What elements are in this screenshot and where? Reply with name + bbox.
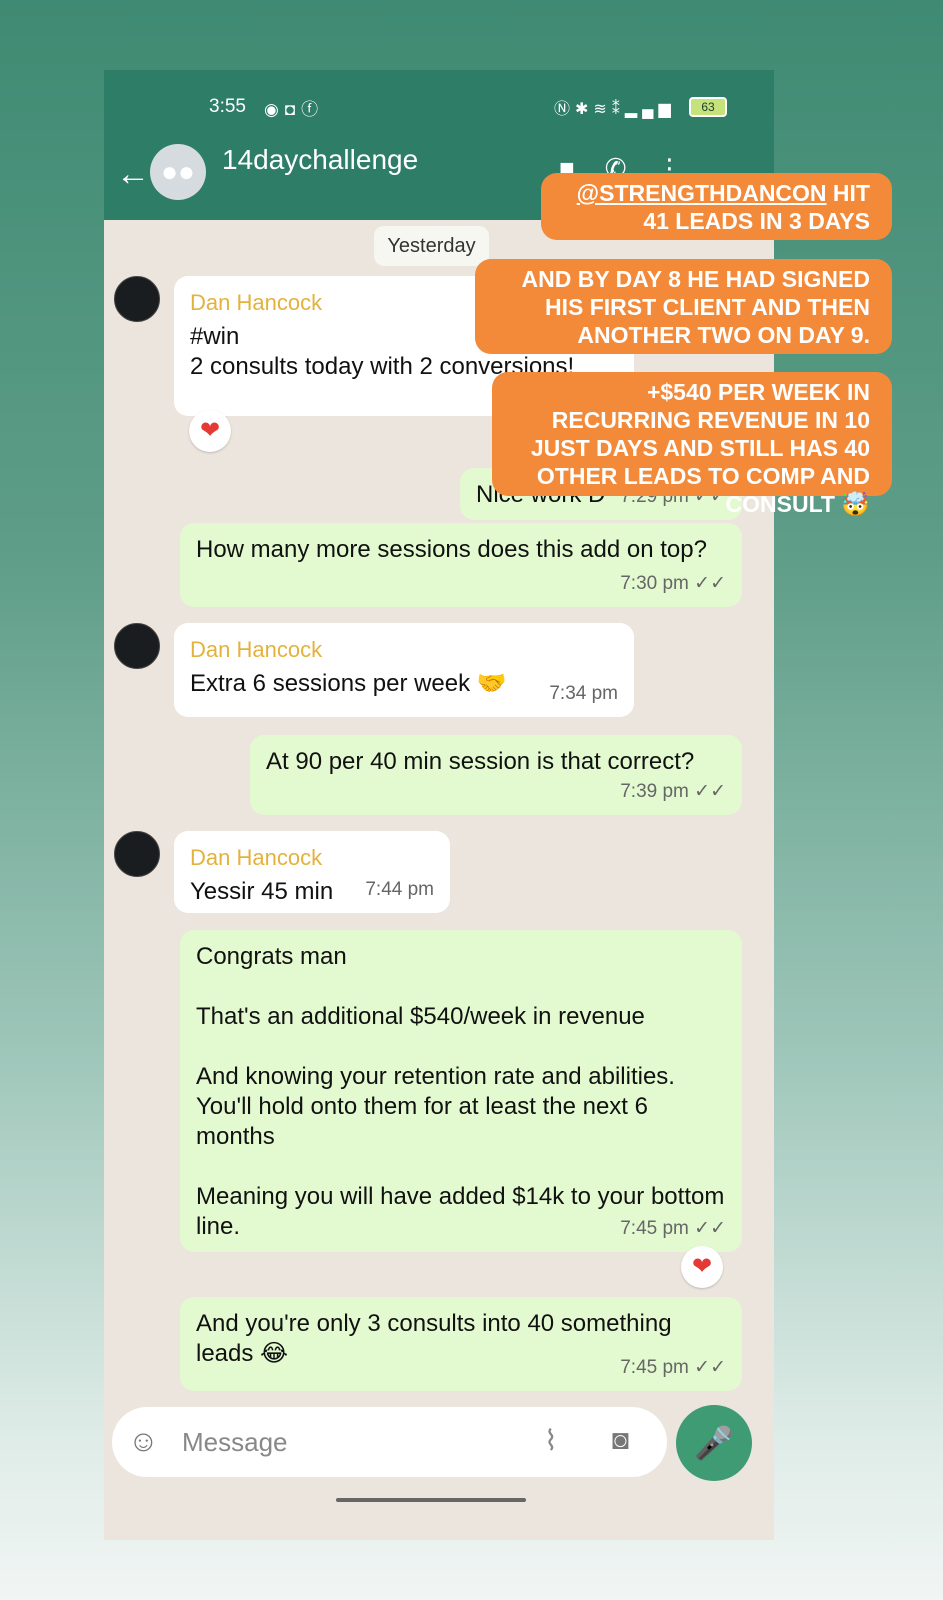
double-check-icon: ✓✓: [694, 781, 726, 802]
message-time: 7:39 pm ✓✓: [620, 781, 726, 802]
messenger-icon: ◉: [264, 100, 285, 119]
volte-icon: ⁑: [611, 101, 625, 118]
incoming-message[interactable]: Dan Hancock Yessir 45 min 7:44 pm: [174, 831, 450, 913]
date-chip: Yesterday: [374, 226, 489, 266]
status-bar: 3:55 ◉◘ⓕ Ⓝ✱≋⁑▂▄▆ 63: [104, 70, 774, 135]
double-check-icon: ✓✓: [694, 573, 726, 594]
heart-reaction-icon[interactable]: ❤: [189, 410, 231, 452]
mic-button[interactable]: 🎤: [676, 1405, 752, 1481]
message-time: 7:45 pm ✓✓: [620, 1218, 726, 1239]
mention-tag[interactable]: @STRENGTHDANCON: [577, 180, 827, 206]
signal-icon: ▂▄▆: [624, 101, 676, 118]
chat-title[interactable]: 14daychallenge: [222, 144, 418, 176]
message-text: At 90 per 40 min session is that correct…: [266, 748, 695, 775]
home-indicator[interactable]: [336, 1498, 526, 1502]
story-caption-3: +$540 PER WEEK IN RECURRING REVENUE IN 1…: [492, 372, 892, 517]
nfc-icon: Ⓝ: [554, 101, 576, 118]
message-text: How many more sessions does this add on …: [196, 536, 707, 563]
sender-avatar[interactable]: [114, 276, 160, 322]
message-input[interactable]: ☺ Message ⌇ ◙: [112, 1407, 667, 1477]
incoming-message[interactable]: Dan Hancock Extra 6 sessions per week 🤝 …: [174, 623, 634, 717]
facebook-icon: ⓕ: [301, 100, 325, 119]
back-arrow-icon[interactable]: ←: [116, 155, 150, 194]
outgoing-message[interactable]: Congrats man That's an additional $540/w…: [180, 930, 742, 1252]
group-avatar-icon[interactable]: ●●: [150, 144, 206, 200]
sender-name: Dan Hancock: [190, 637, 323, 662]
message-time: 7:45 pm ✓✓: [620, 1357, 726, 1378]
bluetooth-icon: ✱: [575, 101, 594, 118]
heart-reaction-icon[interactable]: ❤: [681, 1246, 723, 1288]
outgoing-message[interactable]: At 90 per 40 min session is that correct…: [250, 735, 742, 815]
story-caption-2: AND BY DAY 8 HE HAD SIGNED HIS FIRST CLI…: [475, 259, 892, 354]
microphone-icon: 🎤: [694, 1425, 734, 1461]
wifi-icon: ≋: [593, 101, 612, 118]
battery-icon: 63: [689, 97, 727, 117]
camera-icon[interactable]: ◙: [612, 1424, 629, 1456]
sender-avatar[interactable]: [114, 831, 160, 877]
story-caption-1: @STRENGTHDANCON HIT 41 LEADS IN 3 DAYS: [541, 173, 892, 240]
system-icons: Ⓝ✱≋⁑▂▄▆: [554, 95, 676, 119]
instagram-icon: ◘: [284, 100, 302, 119]
double-check-icon: ✓✓: [694, 1357, 726, 1378]
message-time: 7:34 pm: [549, 683, 618, 704]
outgoing-message[interactable]: And you're only 3 consults into 40 somet…: [180, 1297, 742, 1391]
double-check-icon: ✓✓: [694, 1218, 726, 1239]
emoji-icon[interactable]: ☺: [128, 1425, 159, 1459]
message-text: Congrats man That's an additional $540/w…: [196, 943, 725, 1240]
message-placeholder[interactable]: Message: [182, 1427, 288, 1458]
message-time: 7:30 pm ✓✓: [620, 573, 726, 594]
notification-icons: ◉◘ⓕ: [264, 95, 324, 120]
status-time: 3:55: [209, 96, 246, 117]
message-time: 7:44 pm: [365, 879, 434, 900]
sender-name: Dan Hancock: [190, 845, 323, 870]
outgoing-message[interactable]: How many more sessions does this add on …: [180, 523, 742, 607]
sender-avatar[interactable]: [114, 623, 160, 669]
attach-icon[interactable]: ⌇: [544, 1424, 558, 1457]
